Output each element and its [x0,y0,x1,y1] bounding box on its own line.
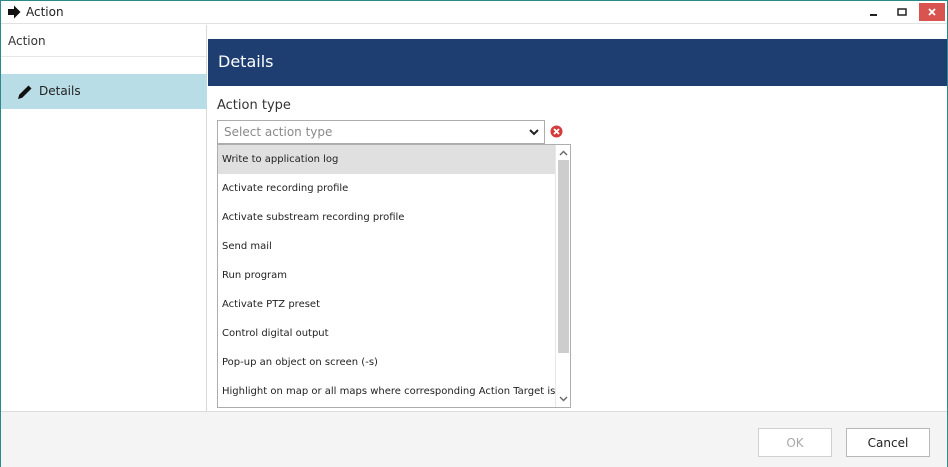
close-button[interactable] [919,3,945,21]
maximize-icon [897,8,907,16]
dropdown-option-recording-profile[interactable]: Activate recording profile [218,174,555,203]
dropdown-scrollbar[interactable] [555,145,570,407]
window-title: Action [26,5,64,19]
maximize-button[interactable] [889,1,915,23]
sidebar-item-label: Details [39,84,81,98]
minimize-button[interactable] [861,1,887,23]
title-bar: Action [1,1,947,24]
dropdown-option-substream-profile[interactable]: Activate substream recording profile [218,203,555,232]
cancel-button[interactable]: Cancel [846,428,930,457]
sidebar-header: Action [1,25,206,57]
action-type-dropdown: Write to application log Activate record… [217,144,571,408]
dropdown-option-highlight-map[interactable]: Highlight on map or all maps where corre… [218,377,570,406]
dropdown-option-write-log[interactable]: Write to application log [218,145,555,174]
minimize-icon [870,14,877,16]
dialog-footer: OK Cancel [1,411,947,467]
clear-icon[interactable] [550,125,563,138]
close-icon [928,8,936,16]
panel-title: Details [218,52,274,71]
action-type-label: Action type [217,98,291,113]
scrollbar-thumb[interactable] [558,160,569,353]
chevron-down-icon[interactable] [527,125,541,139]
arrow-right-icon [8,5,21,19]
action-type-placeholder: Select action type [224,125,333,139]
pencil-icon [18,85,32,99]
scroll-down-icon[interactable] [559,394,568,403]
dropdown-option-send-mail[interactable]: Send mail [218,232,555,261]
ok-button[interactable]: OK [758,428,832,457]
dropdown-option-run-program[interactable]: Run program [218,261,555,290]
action-type-select[interactable]: Select action type [217,120,545,144]
action-window: Action Action Details Details Action typ… [0,0,948,467]
sidebar: Action Details [1,25,207,411]
panel-header: Details [208,39,947,86]
dropdown-option-digital-output[interactable]: Control digital output [218,319,555,348]
dropdown-option-popup-object[interactable]: Pop-up an object on screen (-s) [218,348,555,377]
dropdown-option-ptz-preset[interactable]: Activate PTZ preset [218,290,555,319]
sidebar-item-details[interactable]: Details [1,74,207,109]
details-panel: Details Action type Select action type W… [208,25,947,411]
scroll-up-icon[interactable] [559,149,568,158]
